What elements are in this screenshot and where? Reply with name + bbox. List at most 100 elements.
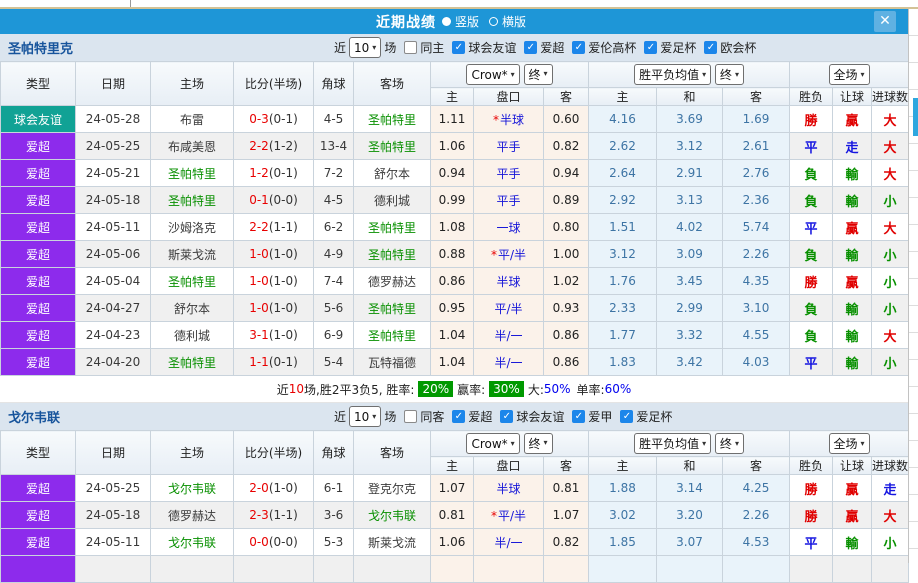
odds-home-cell: 1.11 [431, 106, 474, 133]
corners-cell: 13-4 [314, 133, 354, 160]
odds-away-cell: 0.89 [544, 187, 589, 214]
handicap-value: 半/一 [494, 536, 522, 550]
handicap-cell: 平手 [474, 187, 544, 214]
league-checkbox[interactable]: ✓ [524, 41, 537, 54]
clipped-cell [833, 556, 872, 583]
chevron-down-icon: ▾ [702, 440, 706, 448]
same-venue-label: 同客 [420, 408, 444, 425]
fullmatch-dropdown[interactable]: 全场▾ [829, 433, 870, 454]
match-row: 爱超24-05-11沙姆洛克2-2(1-1)6-2圣帕特里1.08一球0.801… [1, 214, 909, 241]
avg-draw-cell: 3.13 [657, 187, 723, 214]
layout-radio[interactable] [489, 17, 498, 26]
close-button[interactable]: ✕ [874, 11, 896, 32]
col-home-header: 主场 [151, 62, 234, 106]
league-checkbox[interactable]: ✓ [620, 410, 633, 423]
handicap-outcome: 輸 [833, 160, 872, 187]
avg-final-dropdown[interactable]: 终▾ [715, 64, 744, 85]
col-away-header: 客场 [354, 431, 431, 475]
odds-home-cell: 0.81 [431, 502, 474, 529]
goals-outcome: 小 [872, 241, 909, 268]
handicap-value: 平手 [496, 167, 520, 181]
games-label: 场 [384, 408, 396, 425]
league-label: 爱甲 [588, 408, 612, 425]
goals-outcome: 大 [872, 133, 909, 160]
corners-cell: 6-9 [314, 322, 354, 349]
league-checkbox[interactable]: ✓ [452, 41, 465, 54]
avg-away-cell: 4.03 [723, 349, 790, 376]
match-row: 爱超24-05-06斯莱戈流1-0(1-0)4-9圣帕特里0.88*平/半1.0… [1, 241, 909, 268]
same-venue-checkbox[interactable] [404, 41, 417, 54]
avg-draw-cell: 3.14 [657, 475, 723, 502]
avg-dropdown[interactable]: 胜平负均值▾ [634, 64, 711, 85]
section-header-team2: 戈尔韦联 近10▾场同客✓爱超✓球会友谊✓爱甲✓爱足杯 [0, 403, 908, 430]
home-team: 德利城 [151, 322, 234, 349]
avg-home-cell: 2.33 [589, 295, 657, 322]
col-corners-header: 角球 [314, 431, 354, 475]
league-checkbox[interactable]: ✓ [452, 410, 465, 423]
handicap-cell: 半球 [474, 268, 544, 295]
fulltime-score: 1-1 [249, 355, 269, 369]
league-badge: 爱超 [1, 187, 76, 214]
avg-draw-cell: 3.32 [657, 322, 723, 349]
avg-final-dropdown[interactable]: 终▾ [715, 433, 744, 454]
odds-handicap-subheader: 盘口 [474, 88, 544, 106]
score-cell: 0-3(0-1) [234, 106, 314, 133]
corners-cell: 4-5 [314, 106, 354, 133]
games-count-select[interactable]: 10▾ [349, 37, 381, 58]
odds-final-dropdown[interactable]: 终▾ [524, 64, 553, 85]
home-team: 戈尔韦联 [151, 529, 234, 556]
league-checkbox[interactable]: ✓ [572, 41, 585, 54]
match-date: 24-04-20 [76, 349, 151, 376]
odds-home-cell: 1.07 [431, 475, 474, 502]
layout-radio-group: 竖版横版 [442, 13, 532, 30]
odds-final-dropdown[interactable]: 终▾ [524, 433, 553, 454]
avg-home-cell: 2.64 [589, 160, 657, 187]
col-date-header: 日期 [76, 431, 151, 475]
fulltime-score: 2-0 [249, 481, 269, 495]
result-outcome: 勝 [790, 106, 833, 133]
halftime-score: (1-0) [269, 274, 298, 288]
page-divider-line [130, 0, 131, 7]
scrollbar-thumb[interactable] [913, 98, 918, 136]
handicap-cell: 平手 [474, 133, 544, 160]
avg-home-cell: 2.62 [589, 133, 657, 160]
home-team: 圣帕特里 [151, 160, 234, 187]
league-checkbox[interactable]: ✓ [500, 410, 513, 423]
handicap-cell: 半/一 [474, 322, 544, 349]
star-icon: * [491, 509, 497, 523]
clipped-cell [234, 556, 314, 583]
avg-home-cell: 1.88 [589, 475, 657, 502]
layout-radio-selected[interactable] [442, 17, 451, 26]
odds-away-cell: 0.86 [544, 322, 589, 349]
avg-away-subheader: 客 [723, 88, 790, 106]
win-rate-badge: 20% [418, 381, 453, 397]
home-team: 布雷 [151, 106, 234, 133]
league-checkbox[interactable]: ✓ [704, 41, 717, 54]
handicap-value: 半球 [496, 482, 520, 496]
odds-company-dropdown[interactable]: Crow*▾ [466, 433, 519, 454]
chevron-down-icon: ▾ [372, 44, 376, 52]
halftime-score: (1-2) [269, 139, 298, 153]
match-row: 爱超24-04-20圣帕特里1-1(0-1)5-4瓦特福德1.04半/一0.86… [1, 349, 909, 376]
avg-away-cell: 1.69 [723, 106, 790, 133]
match-date: 24-05-18 [76, 187, 151, 214]
clipped-cell [657, 556, 723, 583]
avg-dropdown[interactable]: 胜平负均值▾ [634, 433, 711, 454]
halftime-score: (0-1) [269, 112, 298, 126]
match-row: 爱超24-04-23德利城3-1(1-0)6-9圣帕特里1.04半/一0.861… [1, 322, 909, 349]
goals-outcome: 小 [872, 529, 909, 556]
same-venue-checkbox[interactable] [404, 410, 417, 423]
corners-cell: 5-4 [314, 349, 354, 376]
match-row: 球会友谊24-05-28布雷0-3(0-1)4-5圣帕特里1.11*半球0.60… [1, 106, 909, 133]
handicap-cell: 平手 [474, 160, 544, 187]
league-checkbox[interactable]: ✓ [644, 41, 657, 54]
league-badge: 爱超 [1, 268, 76, 295]
games-count-value: 10 [354, 410, 369, 424]
fullmatch-dropdown[interactable]: 全场▾ [829, 64, 870, 85]
home-team: 布咸美恩 [151, 133, 234, 160]
halftime-score: (1-0) [269, 247, 298, 261]
avg-draw-subheader: 和 [657, 457, 723, 475]
odds-company-dropdown[interactable]: Crow*▾ [466, 64, 519, 85]
games-count-select[interactable]: 10▾ [349, 406, 381, 427]
league-checkbox[interactable]: ✓ [572, 410, 585, 423]
